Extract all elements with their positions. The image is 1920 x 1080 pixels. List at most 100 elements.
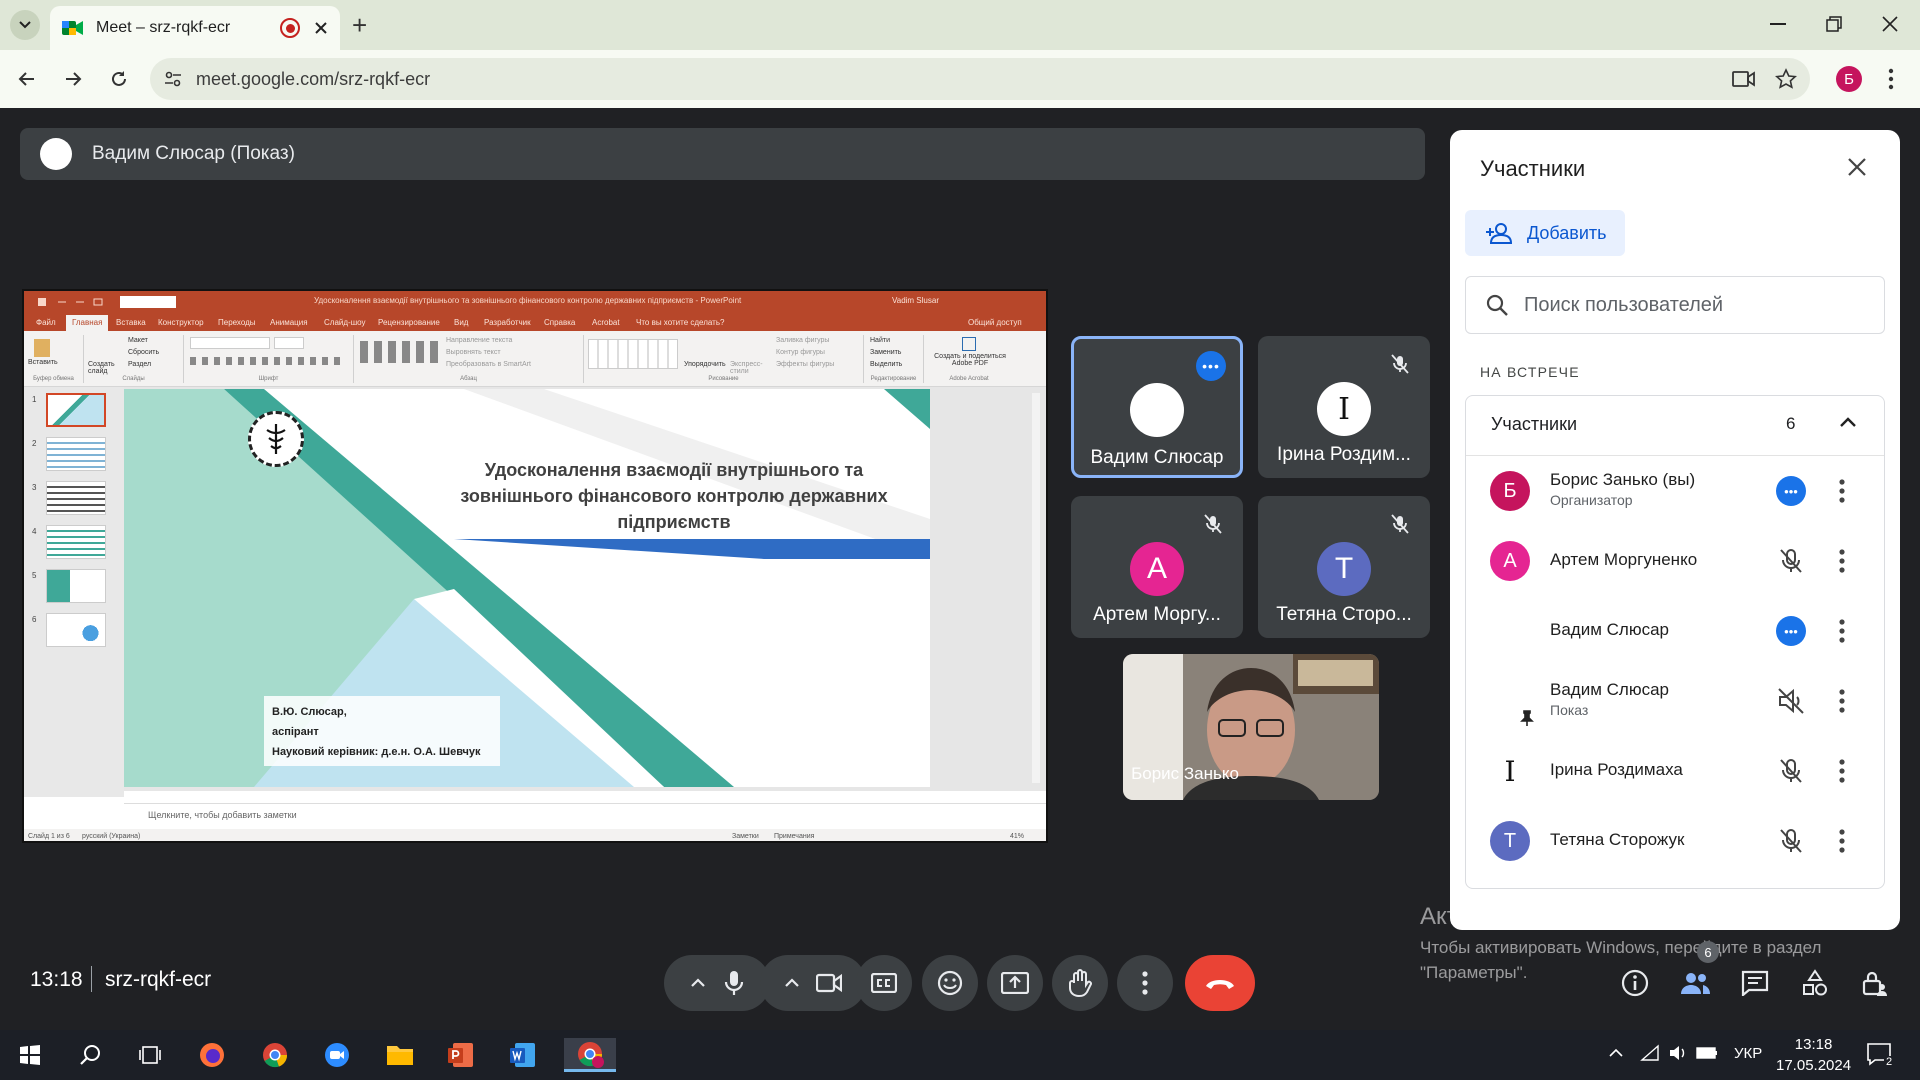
- participant-row[interactable]: I Ірина Роздимаха: [1466, 736, 1884, 806]
- ppt-find[interactable]: Найти: [870, 337, 890, 344]
- bookmark-star-icon[interactable]: [1775, 68, 1797, 90]
- taskbar-chrome-profile[interactable]: [564, 1038, 616, 1072]
- participant-tile[interactable]: А Артем Моргу...: [1071, 496, 1243, 638]
- participant-tile[interactable]: Т Тетяна Сторо...: [1258, 496, 1430, 638]
- captions-button[interactable]: [856, 955, 912, 1011]
- taskbar-zoom[interactable]: [317, 1038, 357, 1072]
- chevron-up-icon[interactable]: [690, 978, 706, 988]
- more-options-icon[interactable]: [1838, 548, 1846, 574]
- font-name-box[interactable]: [190, 337, 270, 349]
- slide-thumbnail[interactable]: [46, 569, 106, 603]
- ppt-tab-home[interactable]: Главная: [66, 315, 109, 331]
- ppt-shape-fill[interactable]: Заливка фигуры: [776, 337, 829, 344]
- slide-thumbnail[interactable]: [46, 393, 106, 427]
- chat-button[interactable]: [1738, 966, 1772, 1000]
- site-settings-icon[interactable]: [164, 70, 182, 88]
- more-options-button[interactable]: [1117, 955, 1173, 1011]
- network-icon[interactable]: [1640, 1044, 1660, 1062]
- more-options-icon[interactable]: [1838, 618, 1846, 644]
- mic-off-icon[interactable]: [1776, 546, 1806, 576]
- ppt-tab[interactable]: Файл: [36, 318, 56, 327]
- ppt-tab[interactable]: Переходы: [218, 318, 256, 327]
- mic-control[interactable]: [664, 955, 770, 1011]
- raise-hand-button[interactable]: [1052, 955, 1108, 1011]
- ppt-share[interactable]: Общий доступ: [968, 318, 1022, 327]
- reload-button[interactable]: [104, 64, 134, 94]
- restore-button[interactable]: [1822, 12, 1846, 36]
- slide-thumbnail[interactable]: [46, 613, 106, 647]
- leave-call-button[interactable]: [1185, 955, 1255, 1011]
- mic-off-icon[interactable]: [1776, 826, 1806, 856]
- participant-row[interactable]: Вадим Слюсар Показ: [1466, 666, 1884, 736]
- new-tab-button[interactable]: +: [352, 12, 367, 38]
- chevron-up-icon[interactable]: [784, 978, 800, 988]
- ppt-tab[interactable]: Слайд-шоу: [324, 318, 365, 327]
- taskbar-file-explorer[interactable]: [380, 1038, 420, 1072]
- ppt-text-direction[interactable]: Направление текста: [446, 337, 512, 344]
- camera-in-use-icon[interactable]: [1732, 68, 1756, 90]
- minimize-button[interactable]: [1766, 12, 1790, 36]
- participant-row[interactable]: А Артем Моргуненко: [1466, 526, 1884, 596]
- ppt-tab[interactable]: Конструктор: [158, 318, 204, 327]
- participant-tile[interactable]: ••• Вадим Слюсар: [1071, 336, 1243, 478]
- status-notes[interactable]: Заметки: [732, 833, 759, 840]
- ppt-tab[interactable]: Рецензирование: [378, 318, 440, 327]
- video-camera-icon[interactable]: [816, 973, 842, 993]
- tab-search-button[interactable]: [10, 10, 40, 40]
- ppt-tab[interactable]: Разработчик: [484, 318, 531, 327]
- volume-off-icon[interactable]: [1776, 686, 1806, 716]
- slide-thumbnail[interactable]: [46, 437, 106, 471]
- activities-button[interactable]: [1798, 966, 1832, 1000]
- camera-control[interactable]: [760, 955, 866, 1011]
- ppt-reset[interactable]: Сбросить: [128, 349, 159, 356]
- ppt-shape-outline[interactable]: Контур фигуры: [776, 349, 825, 356]
- battery-icon[interactable]: [1696, 1046, 1718, 1060]
- ppt-acrobat-create[interactable]: Создать и поделиться Adobe PDF: [928, 353, 1012, 367]
- slide-thumbnail[interactable]: [46, 481, 106, 515]
- microphone-icon[interactable]: [724, 970, 744, 996]
- participant-row[interactable]: Б Борис Занько (вы) Организатор •••: [1466, 456, 1884, 526]
- more-options-icon[interactable]: [1838, 828, 1846, 854]
- self-video-tile[interactable]: Борис Занько: [1123, 654, 1379, 800]
- close-tab-icon[interactable]: [314, 21, 328, 35]
- more-options-icon[interactable]: [1838, 688, 1846, 714]
- mic-off-icon[interactable]: [1776, 756, 1806, 786]
- ppt-section[interactable]: Раздел: [128, 361, 151, 368]
- current-slide[interactable]: Удосконалення взаємодії внутрішнього та …: [124, 389, 930, 787]
- forward-button[interactable]: [58, 64, 88, 94]
- ppt-smartart[interactable]: Преобразовать в SmartArt: [446, 361, 531, 368]
- ppt-paste[interactable]: Вставить: [28, 359, 58, 366]
- participants-group-header[interactable]: Участники 6: [1466, 396, 1884, 456]
- ppt-layout[interactable]: Макет: [128, 337, 148, 344]
- ppt-replace[interactable]: Заменить: [870, 349, 901, 356]
- host-controls-button[interactable]: [1858, 966, 1892, 1000]
- ppt-notes[interactable]: Щелкните, чтобы добавить заметки: [124, 803, 1046, 829]
- ppt-tab[interactable]: Вид: [454, 318, 468, 327]
- reactions-button[interactable]: [922, 955, 978, 1011]
- meeting-details-button[interactable]: [1618, 966, 1652, 1000]
- volume-icon[interactable]: [1668, 1044, 1688, 1062]
- taskbar-clock[interactable]: 13:18 17.05.2024: [1776, 1034, 1851, 1076]
- participant-tile[interactable]: I Ірина Роздим...: [1258, 336, 1430, 478]
- chevron-up-icon[interactable]: [1838, 412, 1858, 432]
- ppt-tab[interactable]: Справка: [544, 318, 575, 327]
- participant-row[interactable]: Т Тетяна Сторожук: [1466, 806, 1884, 876]
- ppt-align-text[interactable]: Выровнять текст: [446, 349, 501, 356]
- shapes-gallery[interactable]: [588, 339, 678, 369]
- task-view-button[interactable]: [130, 1038, 170, 1072]
- ppt-tab-tellme[interactable]: Что вы хотите сделать?: [636, 318, 724, 327]
- font-size-box[interactable]: [274, 337, 304, 349]
- ppt-tab[interactable]: Вставка: [116, 318, 146, 327]
- close-panel-button[interactable]: [1846, 156, 1876, 186]
- taskbar-word[interactable]: [503, 1038, 543, 1072]
- ppt-select[interactable]: Выделить: [870, 361, 902, 368]
- status-comments[interactable]: Примечания: [774, 833, 814, 840]
- slide-thumbnail[interactable]: [46, 525, 106, 559]
- close-window-button[interactable]: [1878, 12, 1902, 36]
- start-button[interactable]: [10, 1038, 50, 1072]
- ppt-tab[interactable]: Acrobat: [592, 318, 620, 327]
- more-options-icon[interactable]: [1838, 758, 1846, 784]
- search-people-input[interactable]: Поиск пользователей: [1465, 276, 1885, 334]
- ppt-scrollbar[interactable]: [1032, 393, 1040, 783]
- taskbar-search[interactable]: [70, 1038, 110, 1072]
